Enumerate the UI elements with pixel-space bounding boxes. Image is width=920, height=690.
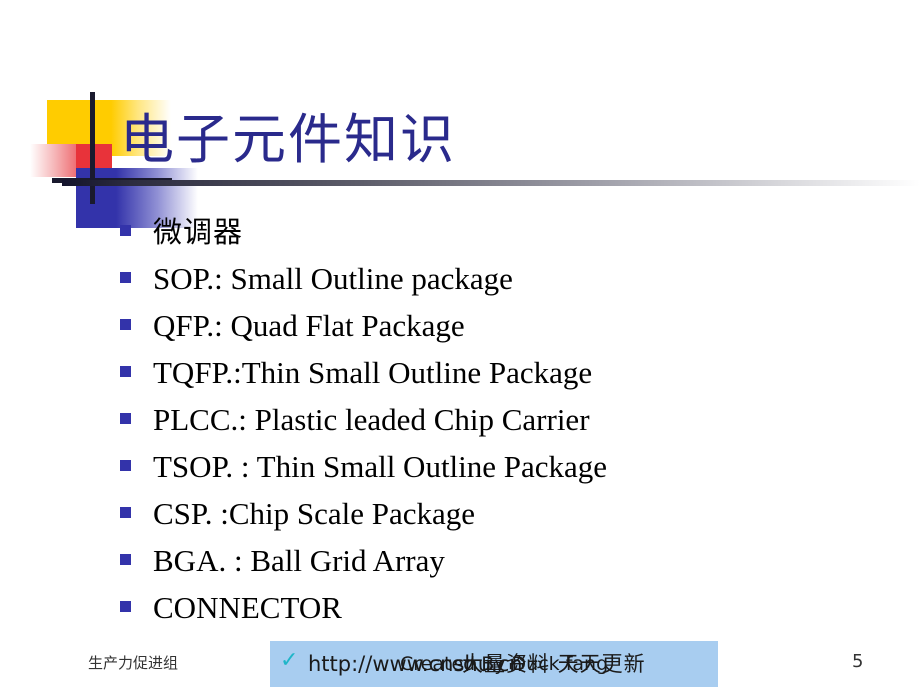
bullet-item-label: SOP.: Small Outline package [153, 261, 513, 296]
bullet-square-icon [120, 225, 131, 236]
bullet-item: TQFP.:Thin Small Outline Package [120, 354, 860, 401]
title-underline-rule [62, 180, 920, 186]
bullet-item-label: TSOP. : Thin Small Outline Package [153, 449, 608, 484]
bullet-square-icon [120, 413, 131, 424]
bullet-item-label: 微调器 [153, 215, 244, 249]
bullet-item-label: TQFP.:Thin Small Outline Package [153, 355, 593, 390]
bullet-square-icon [120, 366, 131, 377]
slide-title: 电子元件知识 [120, 108, 456, 171]
bullet-square-icon [120, 554, 131, 565]
bullet-item: QFP.: Quad Flat Package [120, 307, 860, 354]
footer-url-banner: ✓ http://www.cnshu.cn [270, 641, 718, 687]
footer-organization: 生产力促进组 [88, 654, 179, 672]
check-icon: ✓ [280, 648, 299, 673]
slide-canvas: 电子元件知识 微调器 SOP.: Small Outline package QFP… [0, 0, 920, 690]
bullet-square-icon [120, 460, 131, 471]
bullet-item-label: QFP.: Quad Flat Package [153, 308, 465, 343]
bullet-item-label: CSP. :Chip Scale Package [153, 496, 476, 531]
bullet-item-label: BGA. : Ball Grid Array [153, 543, 445, 578]
bullet-item: SOP.: Small Outline package [120, 260, 860, 307]
bullet-item-label: CONNECTOR [153, 590, 342, 625]
bullet-square-icon [120, 507, 131, 518]
bullet-square-icon [120, 272, 131, 283]
bullet-square-icon [120, 601, 131, 612]
bullet-item: 微调器 [120, 213, 860, 260]
bullet-item: CSP. :Chip Scale Package [120, 495, 860, 542]
bullet-item: BGA. : Ball Grid Array [120, 542, 860, 589]
bullet-item-label: PLCC.: Plastic leaded Chip Carrier [153, 402, 590, 437]
bullet-list: 微调器 SOP.: Small Outline package QFP.: Quad… [120, 213, 860, 636]
bullet-item: PLCC.: Plastic leaded Chip Carrier [120, 401, 860, 448]
bullet-square-icon [120, 319, 131, 330]
footer-url-link[interactable]: http://www.cnshu.cn [308, 652, 523, 676]
bullet-item: CONNECTOR [120, 589, 860, 636]
deco-blue-square [76, 168, 116, 228]
page-number: 5 [852, 651, 864, 672]
deco-vertical-rule [90, 92, 95, 204]
bullet-item: TSOP. : Thin Small Outline Package [120, 448, 860, 495]
